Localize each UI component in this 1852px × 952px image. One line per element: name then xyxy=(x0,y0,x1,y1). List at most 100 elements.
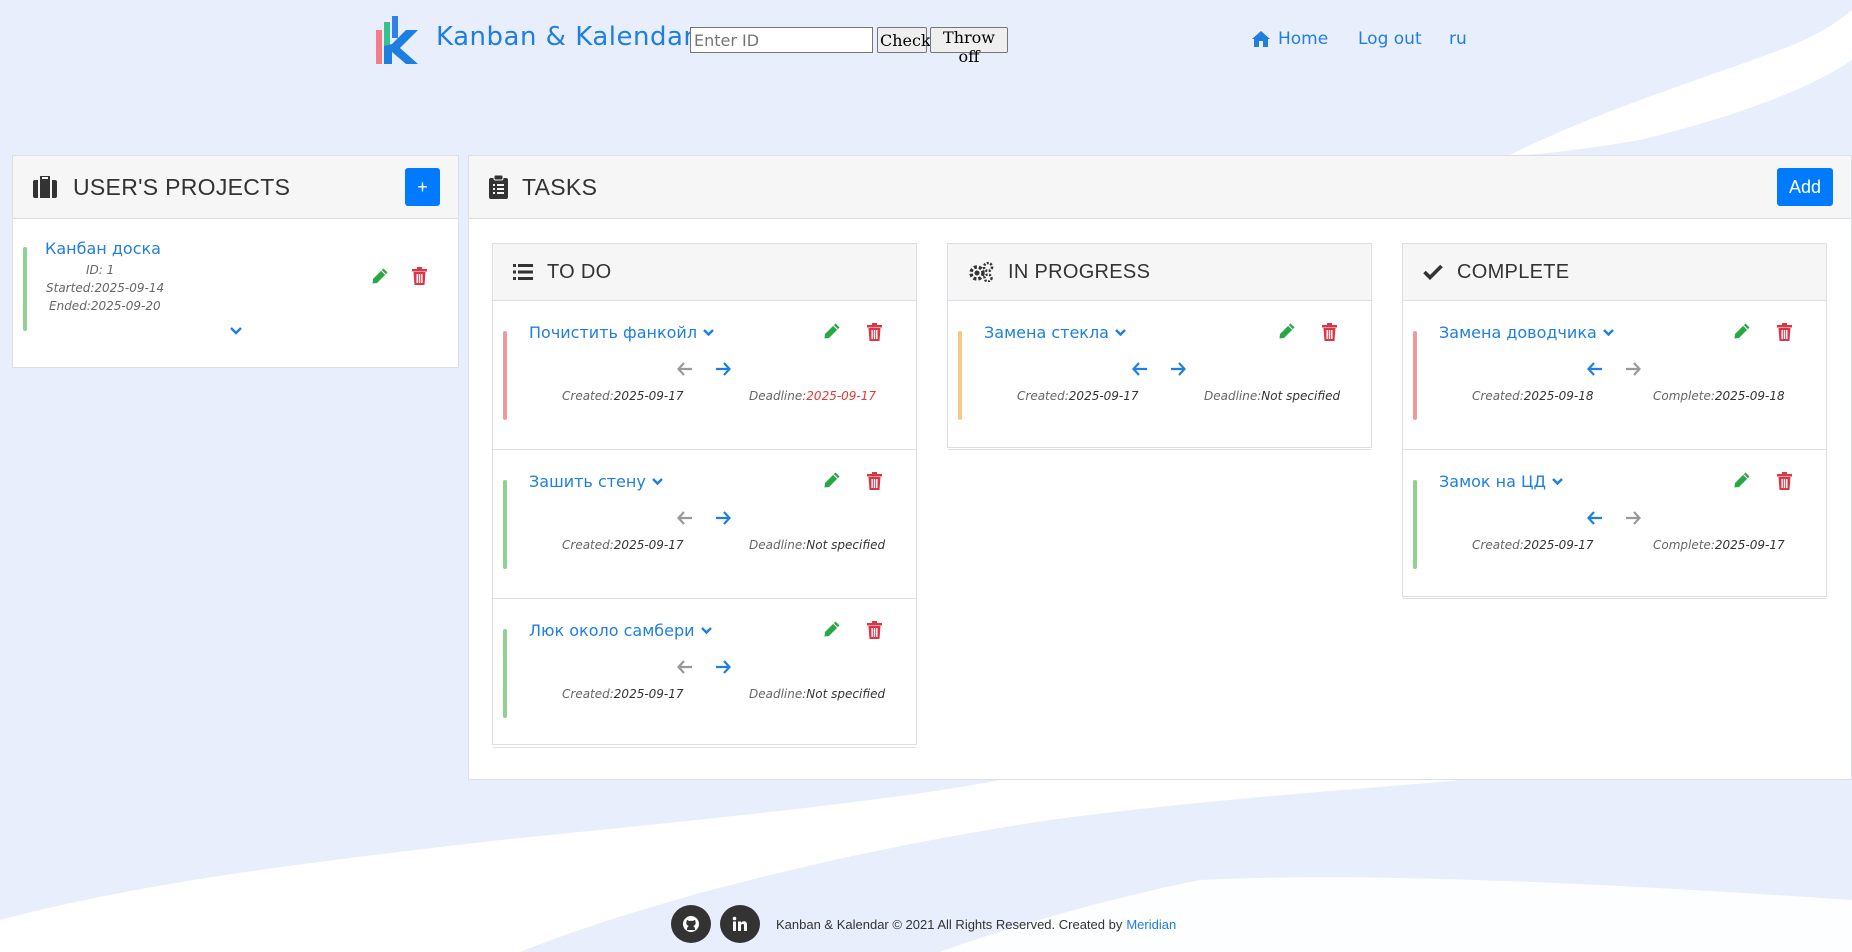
task-priority-bar xyxy=(503,629,507,718)
task-deadline-label: Deadline: xyxy=(749,389,807,403)
task-card: Люк около самбери Created:2025-09-17 Dea… xyxy=(493,599,916,748)
task-created-date: 2025-09-17 xyxy=(613,687,684,701)
trash-icon[interactable] xyxy=(1322,323,1337,341)
task-card: Зашить стену Created:2025-09-17 Deadline… xyxy=(493,450,916,599)
task-deadline-value: 2025-09-17 xyxy=(1714,538,1785,552)
arrow-left-icon[interactable] xyxy=(1132,362,1148,376)
logo-icon[interactable] xyxy=(376,16,422,64)
trash-icon[interactable] xyxy=(412,267,427,285)
brand-title[interactable]: Kanban & Kalendar xyxy=(436,22,695,52)
linkedin-icon xyxy=(732,916,748,932)
task-created-date: 2025-09-18 xyxy=(1523,389,1594,403)
task-title-link[interactable]: Почистить фанкойл xyxy=(529,323,714,342)
arrow-right-icon[interactable] xyxy=(715,362,731,376)
trash-icon[interactable] xyxy=(1777,472,1792,490)
pencil-icon[interactable] xyxy=(372,268,388,284)
project-name-link[interactable]: Канбан доска xyxy=(45,239,161,258)
task-deadline-value: Not specified xyxy=(1261,389,1341,403)
chevron-down-icon[interactable] xyxy=(1552,477,1563,486)
pencil-icon[interactable] xyxy=(824,323,840,339)
task-deadline: Deadline:Not specified xyxy=(749,538,885,552)
footer: Kanban & Kalendar © 2021 All Rights Rese… xyxy=(0,905,1852,945)
chevron-down-icon[interactable] xyxy=(700,626,712,635)
task-created-label: Created: xyxy=(1472,389,1524,403)
check-icon xyxy=(1423,264,1443,281)
nav-home-link[interactable]: Home xyxy=(1252,29,1328,49)
arrow-left-icon[interactable] xyxy=(1587,362,1603,376)
check-button[interactable]: Check xyxy=(877,27,931,53)
task-deadline-value: 2025-09-17 xyxy=(806,389,877,403)
trash-icon[interactable] xyxy=(867,621,882,639)
project-id-input[interactable] xyxy=(690,27,873,53)
chevron-down-icon[interactable] xyxy=(703,328,714,337)
task-created: Created:2025-09-17 xyxy=(562,687,684,701)
task-created: Created:2025-09-17 xyxy=(1017,389,1139,403)
task-deadline-label: Complete: xyxy=(1653,538,1715,552)
task-title-text: Замена стекла xyxy=(984,323,1109,342)
pencil-icon[interactable] xyxy=(824,472,840,488)
github-link[interactable] xyxy=(671,905,711,943)
pencil-icon[interactable] xyxy=(1279,323,1295,339)
chevron-down-icon[interactable] xyxy=(1602,328,1614,337)
arrow-right-icon[interactable] xyxy=(715,660,731,674)
briefcase-icon xyxy=(33,175,57,198)
pencil-icon[interactable] xyxy=(1734,472,1750,488)
task-priority-bar xyxy=(1413,480,1417,569)
task-title-text: Замена доводчика xyxy=(1439,323,1597,342)
trash-icon[interactable] xyxy=(867,472,882,490)
tasks-header: TASKS Add xyxy=(469,156,1851,219)
trash-icon[interactable] xyxy=(867,323,882,341)
task-card: Замок на ЦД Created:2025-09-17 Complete:… xyxy=(1403,450,1826,599)
footer-copyright-text: Kanban & Kalendar © 2021 All Rights Rese… xyxy=(776,917,1123,932)
projects-panel: USER'S PROJECTS + xyxy=(12,155,459,368)
tasks-title: TASKS xyxy=(522,173,598,200)
task-title-link[interactable]: Замена доводчика xyxy=(1439,323,1614,342)
task-title-link[interactable]: Люк около самбери xyxy=(529,621,712,640)
task-deadline: Complete:2025-09-18 xyxy=(1653,389,1785,403)
task-title-link[interactable]: Замок на ЦД xyxy=(1439,472,1563,491)
task-deadline-label: Deadline: xyxy=(1204,389,1262,403)
task-created: Created:2025-09-18 xyxy=(1472,389,1594,403)
task-priority-bar xyxy=(503,331,507,420)
task-title-text: Замок на ЦД xyxy=(1439,472,1546,491)
arrow-right-icon[interactable] xyxy=(1170,362,1186,376)
column-todo: TO DO Почистить фанкойл Created:2025-09-… xyxy=(492,243,917,748)
task-title-link[interactable]: Зашить стену xyxy=(529,472,663,491)
chevron-down-icon[interactable] xyxy=(230,327,242,335)
task-title-link[interactable]: Замена стекла xyxy=(984,323,1126,342)
column-todo-header: TO DO xyxy=(493,244,916,301)
task-created-date: 2025-09-17 xyxy=(1523,538,1594,552)
task-deadline-label: Deadline: xyxy=(749,538,807,552)
arrow-left-icon[interactable] xyxy=(1587,511,1603,525)
arrow-left-icon[interactable] xyxy=(677,660,693,674)
header: Kanban & Kalendar Check Throw off Home L… xyxy=(0,0,1852,80)
arrow-right-icon[interactable] xyxy=(1625,511,1641,525)
pencil-icon[interactable] xyxy=(824,621,840,637)
in-progress-task-list: Замена стекла Created:2025-09-17 Deadlin… xyxy=(948,301,1371,450)
arrow-right-icon[interactable] xyxy=(715,511,731,525)
column-complete-header: COMPLETE xyxy=(1403,244,1826,301)
task-created-label: Created: xyxy=(562,389,614,403)
task-deadline-value: Not specified xyxy=(806,538,886,552)
pencil-icon[interactable] xyxy=(1734,323,1750,339)
task-deadline: Deadline:Not specified xyxy=(749,687,885,701)
arrow-right-icon[interactable] xyxy=(1625,362,1641,376)
nav-home-label: Home xyxy=(1278,29,1329,49)
arrow-left-icon[interactable] xyxy=(677,362,693,376)
linkedin-link[interactable] xyxy=(720,905,760,943)
task-title-text: Зашить стену xyxy=(529,472,646,491)
chevron-down-icon[interactable] xyxy=(651,477,663,486)
add-task-button[interactable]: Add xyxy=(1777,168,1833,206)
task-created-label: Created: xyxy=(1472,538,1524,552)
task-created-label: Created: xyxy=(562,538,614,552)
trash-icon[interactable] xyxy=(1777,323,1792,341)
chevron-down-icon[interactable] xyxy=(1115,328,1126,337)
nav-logout-link[interactable]: Log out xyxy=(1358,29,1422,49)
add-project-button[interactable]: + xyxy=(405,168,440,206)
nav-language-link[interactable]: ru xyxy=(1449,29,1467,49)
footer-author-link[interactable]: Meridian xyxy=(1126,917,1176,932)
task-deadline-label: Complete: xyxy=(1653,389,1715,403)
throw-off-button[interactable]: Throw off xyxy=(930,27,1008,66)
projects-header: USER'S PROJECTS + xyxy=(13,156,458,219)
arrow-left-icon[interactable] xyxy=(677,511,693,525)
